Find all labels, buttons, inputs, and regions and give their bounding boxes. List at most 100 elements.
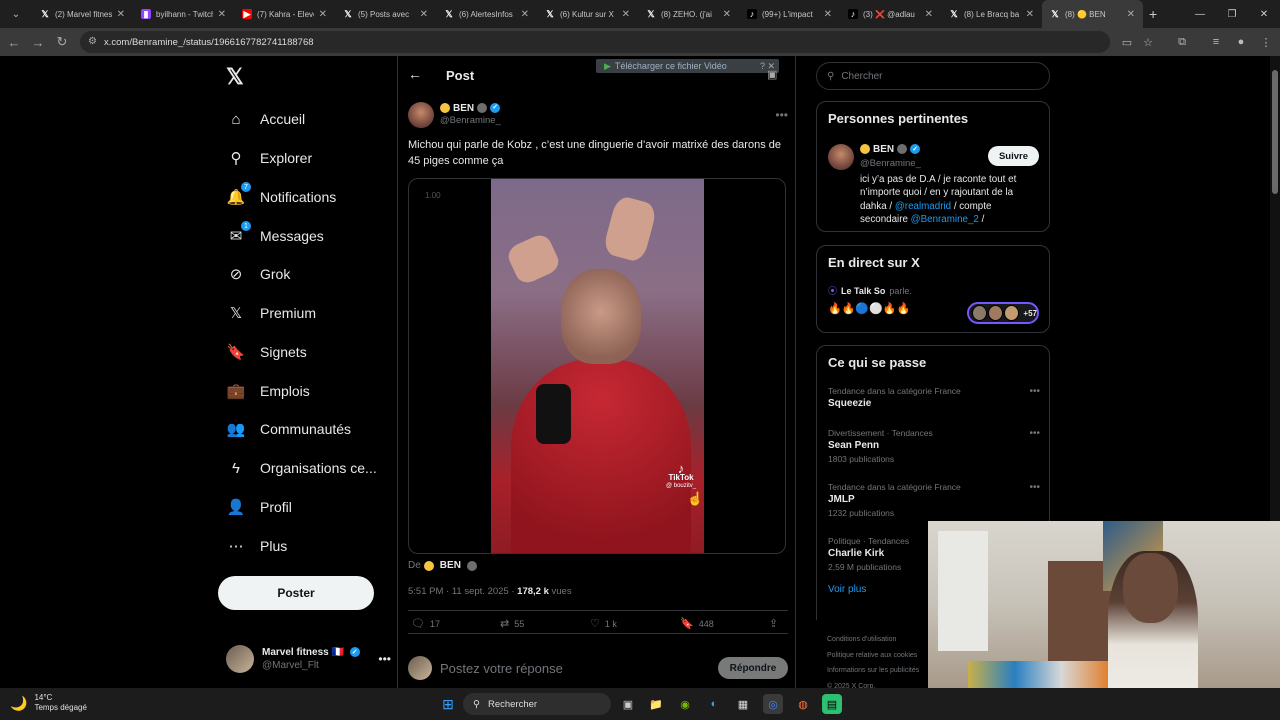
sidebar-item-profil[interactable]: 👤 Profil [226, 492, 292, 522]
browser-tab[interactable]: 𝕏 (8) Le Bracq ba ✕ [941, 0, 1042, 28]
person-name[interactable]: BEN [873, 144, 894, 155]
video-frame[interactable]: ♪ TikTok @ bouzitv_ [491, 179, 704, 553]
close-tab-icon[interactable]: ✕ [1026, 9, 1034, 20]
browser-tab[interactable]: 𝕏 (6) Kultur sur X ✕ [537, 0, 638, 28]
sidebar-item-organisations-ce[interactable]: ϟ Organisations ce... [226, 453, 377, 483]
repost-button[interactable]: ⇄ 55 [500, 617, 524, 630]
tab-search-icon[interactable]: ⌄ [4, 4, 28, 24]
close-tab-icon[interactable]: ✕ [420, 9, 428, 20]
chrome-icon[interactable]: ◎ [763, 694, 783, 714]
search-input[interactable]: ⚲ Chercher [816, 62, 1050, 90]
more-dots-icon[interactable]: ••• [775, 108, 788, 122]
sidebar-item-explorer[interactable]: ⚲ Explorer [226, 143, 313, 173]
trend-item[interactable]: Tendance dans la catégorie France Squeezi… [828, 386, 1040, 411]
close-tab-icon[interactable]: ✕ [723, 9, 731, 20]
reply-submit-button[interactable]: Répondre [718, 657, 788, 679]
profile-icon[interactable]: ● [1231, 32, 1251, 52]
reply-input[interactable]: Postez votre réponse [440, 661, 563, 676]
sidebar-item-notifications[interactable]: 🔔 7 Notifications [226, 182, 336, 212]
close-tab-icon[interactable]: ✕ [622, 9, 630, 20]
close-tab-icon[interactable]: ✕ [319, 9, 327, 20]
reader-mode-icon[interactable]: ▣ [767, 68, 777, 81]
post-button[interactable]: Poster [218, 576, 374, 610]
sidebar-item-grok[interactable]: ⊘ Grok [226, 259, 291, 289]
close-tab-icon[interactable]: ✕ [1127, 9, 1135, 20]
sidebar-item-emplois[interactable]: 💼 Emplois [226, 376, 310, 406]
more-dots-icon[interactable]: ••• [378, 652, 391, 666]
browser-tab[interactable]: ▶ (7) Kahra - Eleve ✕ [234, 0, 335, 28]
browser-tab[interactable]: 𝕏 (8) 🟡 BEN ✕ [1042, 0, 1143, 28]
post-date[interactable]: 11 sept. 2025 [452, 586, 509, 597]
trend-item[interactable]: Divertissement · Tendances Sean Penn 1803 … [828, 428, 1040, 465]
close-tab-icon[interactable]: ✕ [218, 9, 226, 20]
sidebar-item-plus[interactable]: ⋯ Plus [226, 531, 288, 561]
live-card[interactable]: En direct sur X ⦿ Le Talk So parle. 🔥🔥🔵⚪… [816, 245, 1050, 333]
account-switcher[interactable]: Marvel fitness 🇫🇷 ✓ @Marvel_Flt ••• [226, 642, 391, 676]
browser-tab[interactable]: 𝕏 (6) AlertesInfos ✕ [436, 0, 537, 28]
back-nav-icon[interactable]: ← [2, 30, 26, 54]
close-tab-icon[interactable]: ✕ [521, 9, 529, 20]
reply-button[interactable]: 🗨 17 [411, 617, 440, 630]
from-name[interactable]: BEN [440, 560, 461, 571]
footer-link[interactable]: Informations sur les publicités [827, 663, 919, 679]
extensions-icon[interactable]: ⧉ [1172, 32, 1192, 52]
close-tab-icon[interactable]: ✕ [824, 9, 832, 20]
file-explorer-icon[interactable]: 📁 [646, 694, 666, 714]
sidebar-item-signets[interactable]: 🔖 Signets [226, 337, 307, 367]
footer-link[interactable]: © 2025 X Corp. [827, 679, 919, 689]
video-player[interactable]: 1.00 ♪ TikTok @ bouzitv_ ☝ [408, 178, 786, 554]
close-window-icon[interactable]: ✕ [1248, 0, 1280, 28]
more-dots-icon[interactable]: ••• [1029, 428, 1040, 439]
new-tab-button[interactable]: + [1149, 6, 1157, 22]
windows-start-icon[interactable]: ⊞ [438, 694, 458, 714]
browser-tab[interactable]: ♪ (99+) L'impact ✕ [739, 0, 840, 28]
app-icon[interactable]: ▤ [822, 694, 842, 714]
bio-link[interactable]: @Benramine_2 [911, 214, 979, 225]
sidebar-item-messages[interactable]: ✉ 1 Messages [226, 221, 324, 251]
bookmark-star-icon[interactable]: ☆ [1138, 32, 1158, 52]
minimize-icon[interactable]: — [1184, 0, 1216, 28]
firefox-icon[interactable]: ◍ [793, 694, 813, 714]
forward-nav-icon[interactable]: → [26, 30, 50, 54]
browser-tab[interactable]: ▮ byilhann - Twitch ✕ [133, 0, 234, 28]
browser-tab[interactable]: 𝕏 (5) Posts avec ✕ [335, 0, 436, 28]
browser-tab[interactable]: ♪ (3) ❌ @adlau ✕ [840, 0, 941, 28]
sidebar-item-premium[interactable]: 𝕏 Premium [226, 298, 316, 328]
scroll-thumb[interactable] [1272, 70, 1278, 194]
post-author[interactable]: BEN ✓ @Benramine_ ••• [408, 100, 788, 130]
download-video-bar[interactable]: ▶ Télécharger ce fichier Vidéo ? ✕ [596, 59, 779, 73]
sidebar-item-communautés[interactable]: 👥 Communautés [226, 414, 351, 444]
cast-icon[interactable]: ▭ [1117, 32, 1137, 52]
more-dots-icon[interactable]: ••• [1029, 482, 1040, 493]
bookmark-button[interactable]: 🔖 448 [680, 617, 714, 630]
browser-tab[interactable]: 𝕏 (2) Marvel fitness ✕ [32, 0, 133, 28]
media-control-icon[interactable]: ≡ [1206, 32, 1226, 52]
playback-speed[interactable]: 1.00 [425, 191, 441, 200]
edge-icon[interactable]: ◐ [704, 694, 724, 714]
x-logo-icon[interactable]: 𝕏 [226, 64, 244, 90]
reload-icon[interactable]: ↻ [50, 30, 74, 54]
task-view-icon[interactable]: ▣ [618, 694, 638, 714]
taskbar-search[interactable]: ⚲ Rechercher [463, 693, 611, 715]
sidebar-item-accueil[interactable]: ⌂ Accueil [226, 104, 305, 134]
site-info-icon[interactable]: ⚙ [88, 36, 97, 47]
more-dots-icon[interactable]: ••• [1029, 386, 1040, 397]
avatar[interactable] [828, 144, 854, 170]
weather-widget[interactable]: 🌙 14°C Temps dégagé [10, 693, 87, 713]
store-icon[interactable]: ▦ [733, 694, 753, 714]
like-button[interactable]: ♡ 1 k [590, 617, 617, 630]
share-button[interactable]: ⇪ [769, 617, 778, 630]
bio-link[interactable]: @realmadrid [895, 201, 951, 212]
back-arrow-icon[interactable]: ← [408, 66, 422, 82]
trend-item[interactable]: Tendance dans la catégorie France JMLP 123… [828, 482, 1040, 519]
close-tab-icon[interactable]: ✕ [925, 9, 933, 20]
maximize-icon[interactable]: ❐ [1216, 0, 1248, 28]
see-more-link[interactable]: Voir plus [828, 584, 866, 595]
footer-link[interactable]: Politique relative aux cookies [827, 648, 919, 664]
avatar[interactable] [408, 102, 434, 128]
post-time[interactable]: 5:51 PM [408, 586, 443, 597]
menu-dots-icon[interactable]: ⋮ [1256, 32, 1276, 52]
nvidia-icon[interactable]: ◉ [675, 694, 695, 714]
browser-tab[interactable]: 𝕏 (8) ZEHO. (j'ai ✕ [638, 0, 739, 28]
footer-link[interactable]: Conditions d'utilisation [827, 632, 919, 648]
